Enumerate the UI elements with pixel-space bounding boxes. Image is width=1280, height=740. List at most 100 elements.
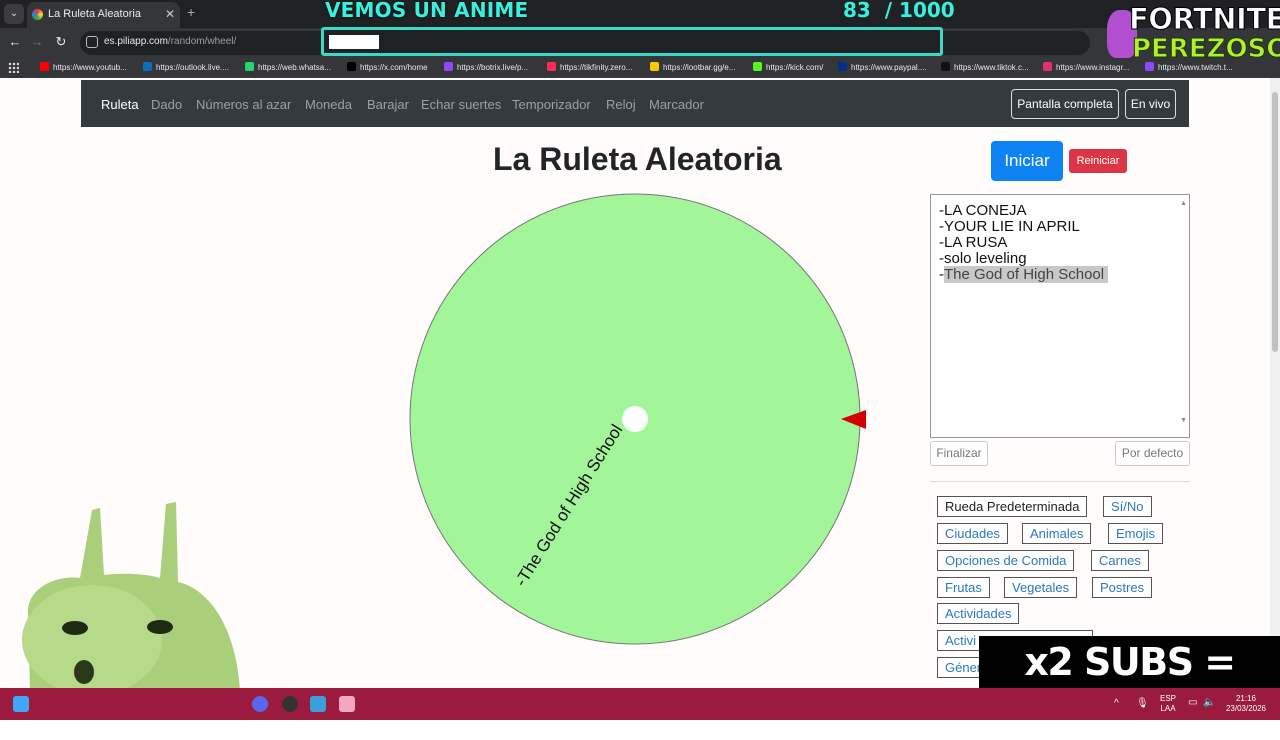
channel-logo: FORTNITE PEREZOSO1 [1105,0,1280,78]
bookmark-favicon-icon [753,62,762,71]
tray-chevron-icon[interactable]: ^ [1114,699,1119,709]
bookmark-favicon-icon [143,62,152,71]
entry-line: -YOUR LIE IN APRIL [939,218,1080,235]
active-tab[interactable]: La Ruleta Aleatoria ✕ [27,2,180,28]
nav-echar-suertes[interactable]: Echar suertes [421,97,501,112]
browser-tab-bar: ⌄ La Ruleta Aleatoria ✕ + [0,0,1280,28]
goal-counter: 83 / 1000 [843,0,955,22]
bookmark-item[interactable]: https://lootbar.gg/e... [650,62,736,72]
bookmark-item[interactable]: https://x.com/home [347,62,428,72]
entry-line: -solo leveling [939,250,1027,267]
preset-ciudades[interactable]: Ciudades [937,523,1008,544]
textarea-scroll-down-icon[interactable]: ▼ [1180,413,1187,429]
entries-textarea[interactable]: -LA CONEJA -YOUR LIE IN APRIL -LA RUSA -… [930,194,1190,438]
bookmark-label: https://kick.com/ [766,63,824,72]
goal-title: VEMOS UN ANIME [325,0,529,22]
bookmark-item[interactable]: https://web.whatsa... [245,62,331,72]
bookmark-favicon-icon [650,62,659,71]
volume-icon[interactable]: 🔈 [1203,698,1215,708]
bookmark-item[interactable]: https://tikfinity.zero... [547,62,632,72]
selected-entry-text: The God of High School [944,266,1109,283]
bookmark-item[interactable]: https://kick.com/ [753,62,823,72]
nav-numeros[interactable]: Números al azar [196,97,291,112]
bookmark-label: https://outlook.live.... [156,63,229,72]
tab-close-icon[interactable]: ✕ [165,2,175,26]
network-icon[interactable]: ▭ [1188,698,1197,708]
nav-dado[interactable]: Dado [151,97,182,112]
tab-search-button[interactable]: ⌄ [4,4,24,24]
site-favicon-icon [32,9,43,20]
preset-opciones-comida[interactable]: Opciones de Comida [937,550,1075,571]
preset-vegetales[interactable]: Vegetales [1004,577,1078,598]
apps-grid-icon[interactable] [8,62,19,73]
goal-progress-bar [321,27,943,56]
divider [930,481,1190,482]
bookmark-label: https://www.tiktok.c... [954,63,1029,72]
nav-temporizador[interactable]: Temporizador [512,97,591,112]
tab-title: La Ruleta Aleatoria [48,8,141,20]
bookmark-favicon-icon [547,62,556,71]
new-tab-icon[interactable]: + [187,4,195,20]
bookmark-item[interactable]: https://www.paypal.... [838,62,927,72]
preset-rueda-predeterminada[interactable]: Rueda Predeterminada [937,496,1088,517]
bookmark-favicon-icon [40,62,49,71]
bookmark-label: https://tikfinity.zero... [560,63,633,72]
back-arrow-icon[interactable]: ← [6,34,24,49]
preset-emojis[interactable]: Emojis [1108,523,1164,544]
nav-reloj[interactable]: Reloj [606,97,636,112]
live-button[interactable]: En vivo [1125,89,1176,119]
nav-ruleta[interactable]: Ruleta [101,97,139,112]
windows-taskbar: ^ 🎙 ESP LAA ▭ 🔈 21:16 23/03/2026 [0,688,1280,720]
reload-icon[interactable]: ↻ [52,34,70,50]
bookmark-favicon-icon [347,62,356,71]
url-text: es.piliapp.com/random/wheel/ [104,36,237,47]
bookmark-item[interactable]: https://botrix.live/p... [444,62,528,72]
textarea-scroll-up-icon[interactable]: ▲ [1180,196,1187,212]
bookmark-item[interactable]: https://www.tiktok.c... [941,62,1029,72]
forward-arrow-icon[interactable]: → [28,34,46,49]
bookmark-favicon-icon [245,62,254,71]
preset-animales[interactable]: Animales [1022,523,1092,544]
bookmark-label: https://www.paypal.... [851,63,927,72]
start-button[interactable]: Iniciar [991,141,1063,181]
bookmark-favicon-icon [838,62,847,71]
preset-actividades[interactable]: Actividades [937,603,1020,624]
app-icon[interactable] [339,696,355,712]
reset-button[interactable]: Reiniciar [1069,149,1127,173]
preset-frutas[interactable]: Frutas [937,577,990,598]
bookmark-favicon-icon [444,62,453,71]
finish-button[interactable]: Finalizar [930,441,988,466]
random-wheel[interactable]: -The God of High School [405,190,875,650]
site-info-icon[interactable] [86,36,98,48]
windows-start-icon[interactable] [13,696,29,712]
bookmark-label: https://web.whatsa... [258,63,331,72]
default-button[interactable]: Por defecto [1115,441,1190,466]
preset-carnes[interactable]: Carnes [1091,550,1149,571]
obs-icon[interactable] [282,696,298,712]
language-indicator[interactable]: ESP LAA [1158,694,1178,714]
bookmark-item[interactable]: https://outlook.live.... [143,62,229,72]
bookmark-item[interactable]: https://www.youtub... [40,62,127,72]
bookmark-favicon-icon [1043,62,1052,71]
goal-progress-fill [329,35,379,49]
preset-si-no[interactable]: Sí/No [1103,496,1152,517]
notepad-icon[interactable] [310,696,326,712]
scroll-thumb[interactable] [1272,92,1278,352]
logo-line-1: FORTNITE [1129,2,1280,37]
logo-line-2: PEREZOSO1 [1131,34,1280,65]
entry-line-selected: -The God of High School [939,266,1181,283]
bookmark-label: https://www.youtub... [53,63,127,72]
fullscreen-button[interactable]: Pantalla completa [1011,89,1119,119]
preset-postres[interactable]: Postres [1092,577,1153,598]
entry-line: -LA RUSA [939,234,1008,251]
bookmark-label: https://lootbar.gg/e... [663,63,736,72]
page-scrollbar[interactable] [1270,78,1280,688]
nav-barajar[interactable]: Barajar [367,97,409,112]
clock[interactable]: 21:16 23/03/2026 [1225,694,1267,714]
discord-icon[interactable] [252,696,268,712]
nav-moneda[interactable]: Moneda [305,97,352,112]
nav-marcador[interactable]: Marcador [649,97,704,112]
subs-goal-banner: x2 SUBS = Anime [979,636,1280,736]
bookmark-label: https://x.com/home [360,63,428,72]
microphone-icon[interactable]: 🎙 [1136,699,1149,709]
